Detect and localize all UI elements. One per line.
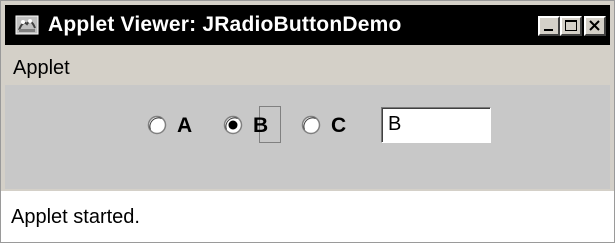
close-button[interactable] xyxy=(584,16,606,36)
selection-text-field[interactable]: B xyxy=(381,107,491,143)
window-title: Applet Viewer: JRadioButtonDemo xyxy=(48,13,402,36)
applet-viewer-window: Applet Viewer: JRadioButtonDemo Applet A… xyxy=(0,0,615,243)
radio-c-label: C xyxy=(331,114,347,137)
radio-selected-icon xyxy=(223,115,243,135)
status-text: Applet started. xyxy=(11,206,140,228)
close-icon xyxy=(589,20,600,31)
title-bar[interactable]: Applet Viewer: JRadioButtonDemo xyxy=(5,5,610,45)
radio-c[interactable]: C xyxy=(301,111,357,139)
radio-unselected-icon xyxy=(301,115,321,135)
radio-unselected-icon xyxy=(147,115,167,135)
menu-bar: Applet xyxy=(5,49,610,85)
radio-a[interactable]: A xyxy=(147,111,203,139)
maximize-button[interactable] xyxy=(560,16,582,36)
radio-b[interactable]: B xyxy=(223,111,285,139)
menu-applet[interactable]: Applet xyxy=(13,56,70,80)
minimize-icon xyxy=(544,29,553,31)
java-applet-icon[interactable] xyxy=(15,14,39,36)
maximize-icon xyxy=(565,20,577,31)
status-bar: Applet started. xyxy=(1,191,614,242)
minimize-button[interactable] xyxy=(538,16,560,36)
applet-panel: A B C B xyxy=(5,85,610,189)
radio-b-label: B xyxy=(253,114,269,137)
radio-a-label: A xyxy=(177,114,193,137)
